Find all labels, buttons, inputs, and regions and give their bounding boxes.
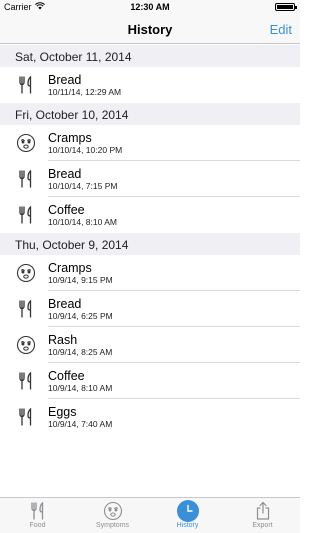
tab-label: Food bbox=[29, 522, 46, 529]
tab-export[interactable]: Export bbox=[225, 498, 300, 533]
row-timestamp: 10/10/14, 7:15 PM bbox=[48, 180, 118, 191]
edit-button[interactable]: Edit bbox=[270, 22, 292, 37]
tab-label: History bbox=[176, 522, 199, 529]
symptom-face-icon bbox=[16, 133, 36, 153]
row-text: Cramps 10/10/14, 10:20 PM bbox=[48, 131, 122, 156]
tab-label: Symptoms bbox=[95, 522, 130, 529]
tab-symptoms[interactable]: Symptoms bbox=[75, 498, 150, 533]
row-title: Bread bbox=[48, 296, 82, 311]
symptom-face-icon bbox=[16, 335, 36, 355]
row-timestamp: 10/10/14, 10:20 PM bbox=[48, 144, 123, 155]
history-row[interactable]: Bread 10/9/14, 6:25 PM bbox=[0, 291, 300, 327]
history-row[interactable]: Eggs 10/9/14, 7:40 AM bbox=[0, 399, 300, 435]
history-row[interactable]: Coffee 10/10/14, 8:10 AM bbox=[0, 197, 300, 233]
row-text: Coffee 10/9/14, 8:10 AM bbox=[48, 369, 112, 394]
fork-knife-icon bbox=[27, 501, 49, 521]
history-row[interactable]: Rash 10/9/14, 8:25 AM bbox=[0, 327, 300, 363]
history-row[interactable]: Bread 10/11/14, 12:29 AM bbox=[0, 67, 300, 103]
section-header: Thu, October 9, 2014 bbox=[0, 233, 300, 255]
row-timestamp: 10/11/14, 12:29 AM bbox=[48, 86, 122, 97]
fork-knife-icon bbox=[16, 371, 36, 391]
fork-knife-icon bbox=[16, 407, 36, 427]
row-title: Cramps bbox=[48, 130, 92, 145]
row-title: Rash bbox=[48, 332, 78, 347]
tab-label: Export bbox=[252, 522, 273, 529]
row-title: Coffee bbox=[48, 202, 85, 217]
tab-bar: Food Symptoms History Export bbox=[0, 497, 300, 533]
row-title: Bread bbox=[48, 72, 82, 87]
history-row[interactable]: Cramps 10/9/14, 9:15 PM bbox=[0, 255, 300, 291]
history-list[interactable]: Sat, October 11, 2014 Bread 10/11/14, 12:2… bbox=[0, 45, 300, 497]
history-row[interactable]: Coffee 10/9/14, 8:10 AM bbox=[0, 363, 300, 399]
row-title: Cramps bbox=[48, 260, 92, 275]
section-header: Fri, October 10, 2014 bbox=[0, 103, 300, 125]
fork-knife-icon bbox=[16, 169, 36, 189]
tab-food[interactable]: Food bbox=[0, 498, 75, 533]
row-title: Eggs bbox=[48, 404, 77, 419]
row-text: Cramps 10/9/14, 9:15 PM bbox=[48, 261, 113, 286]
status-bar: Carrier 12:30 AM bbox=[0, 0, 300, 14]
section-header: Sat, October 11, 2014 bbox=[0, 45, 300, 67]
row-timestamp: 10/9/14, 7:40 AM bbox=[48, 418, 113, 429]
share-icon bbox=[252, 501, 274, 521]
row-timestamp: 10/9/14, 6:25 PM bbox=[48, 310, 113, 321]
row-text: Bread 10/9/14, 6:25 PM bbox=[48, 297, 113, 322]
row-text: Rash 10/9/14, 8:25 AM bbox=[48, 333, 112, 358]
history-row[interactable]: Cramps 10/10/14, 10:20 PM bbox=[0, 125, 300, 161]
row-text: Eggs 10/9/14, 7:40 AM bbox=[48, 405, 112, 430]
tab-history[interactable]: History bbox=[150, 498, 225, 533]
row-title: Coffee bbox=[48, 368, 85, 383]
nav-bar: History Edit bbox=[0, 14, 300, 44]
row-timestamp: 10/9/14, 8:10 AM bbox=[48, 382, 113, 393]
fork-knife-icon bbox=[16, 205, 36, 225]
status-time: 12:30 AM bbox=[130, 2, 170, 12]
row-text: Coffee 10/10/14, 8:10 AM bbox=[48, 203, 117, 228]
row-timestamp: 10/9/14, 8:25 AM bbox=[48, 346, 113, 357]
row-timestamp: 10/9/14, 9:15 PM bbox=[48, 274, 113, 285]
row-timestamp: 10/10/14, 8:10 AM bbox=[48, 216, 117, 227]
clock-icon bbox=[176, 500, 199, 522]
symptom-face-icon bbox=[102, 501, 124, 521]
symptom-face-icon bbox=[16, 263, 36, 283]
row-title: Bread bbox=[48, 166, 82, 181]
page-title: History bbox=[127, 22, 173, 37]
fork-knife-icon bbox=[16, 299, 36, 319]
row-text: Bread 10/11/14, 12:29 AM bbox=[48, 73, 121, 98]
row-text: Bread 10/10/14, 7:15 PM bbox=[48, 167, 117, 192]
history-row[interactable]: Bread 10/10/14, 7:15 PM bbox=[0, 161, 300, 197]
battery-icon bbox=[275, 3, 297, 11]
fork-knife-icon bbox=[16, 75, 36, 95]
